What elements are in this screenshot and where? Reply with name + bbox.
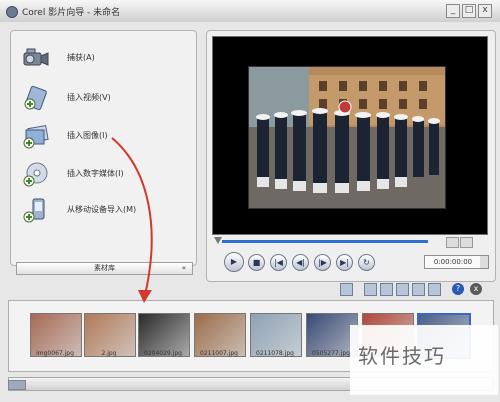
menu-label-capture: 捕获(A) — [67, 53, 95, 62]
scrubber-handle[interactable] — [214, 237, 222, 244]
settings-icon[interactable] — [428, 283, 441, 296]
window-title: Corel 影片向导 - 未命名 — [22, 8, 121, 18]
menu-item-capture[interactable]: 捕获(A) — [22, 44, 192, 72]
menu-item-insert-digital-media[interactable]: 插入数字媒体(I) — [22, 160, 192, 188]
storyboard-icon[interactable] — [340, 283, 353, 296]
library-toggle-bar[interactable]: 素材库 « — [16, 262, 193, 275]
thumbnail-label: 0211007.jpg — [200, 350, 238, 357]
camcorder-icon — [23, 48, 49, 66]
image-icon — [23, 124, 49, 149]
chevron-collapse-icon[interactable]: « — [182, 263, 186, 274]
menu-label-import-mobile: 从移动设备导入(M) — [67, 205, 137, 214]
timecode-display[interactable]: 0:00:00:00 — [424, 255, 482, 269]
thumbnail-label: 0211078.jpg — [256, 350, 294, 357]
menu-label-insert-digital-media: 插入数字媒体(I) — [67, 169, 124, 178]
menu-label-insert-image: 插入图像(I) — [67, 131, 108, 140]
scrubber-track[interactable] — [222, 240, 428, 243]
app-logo-icon — [6, 6, 18, 18]
minimize-button[interactable]: _ — [446, 4, 460, 18]
next-frame-button[interactable]: |▶ — [314, 254, 331, 271]
menu-label-insert-video: 插入视频(V) — [67, 93, 111, 102]
close-icon[interactable]: x — [470, 283, 482, 295]
film-icon[interactable] — [364, 283, 377, 296]
timecode-spinner[interactable] — [480, 255, 489, 269]
maximize-button[interactable]: □ — [462, 4, 476, 18]
thumbnail-label: 2.jpg — [101, 350, 117, 357]
menu-item-insert-video[interactable]: 插入视频(V) — [22, 84, 192, 112]
video-clip-icon — [24, 85, 47, 111]
previous-frame-button[interactable]: ◀| — [292, 254, 309, 271]
menu-item-import-mobile[interactable]: 从移动设备导入(M) — [22, 196, 192, 224]
trim-start-button[interactable] — [446, 237, 459, 248]
disc-icon — [23, 162, 48, 187]
menu-item-insert-image[interactable]: 插入图像(I) — [22, 122, 192, 150]
play-button[interactable]: ▶ — [224, 252, 244, 272]
close-window-button[interactable]: x — [478, 4, 492, 18]
watermark-text: 软件技巧 — [358, 344, 446, 368]
audio-icon[interactable] — [412, 283, 425, 296]
mobile-device-icon — [23, 198, 45, 223]
library-label: 素材库 — [94, 264, 115, 272]
trim-end-button[interactable] — [460, 237, 473, 248]
go-to-end-button[interactable]: ▶| — [336, 254, 353, 271]
camera-icon[interactable] — [380, 283, 393, 296]
repeat-button[interactable]: ↻ — [358, 254, 375, 271]
preview-video-frame — [248, 66, 446, 209]
thumbnail-label: 0204029.jpg — [144, 350, 182, 357]
thumbnail-label: img0067.jpg — [36, 350, 74, 357]
stop-button[interactable]: ■ — [248, 254, 265, 271]
expand-handle-icon[interactable] — [8, 380, 26, 390]
folder-icon[interactable] — [396, 283, 409, 296]
go-to-start-button[interactable]: |◀ — [270, 254, 287, 271]
help-icon[interactable]: ? — [452, 283, 464, 295]
